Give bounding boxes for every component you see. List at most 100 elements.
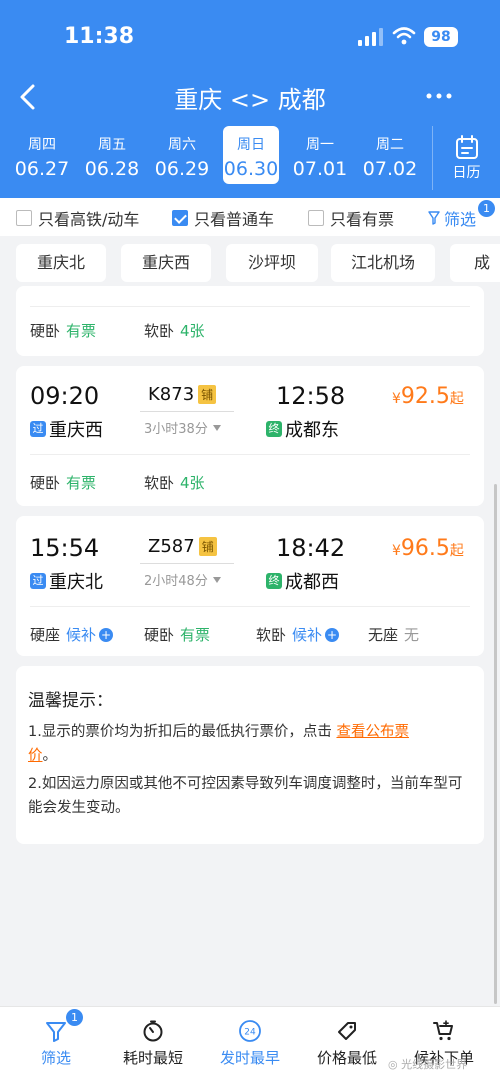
duration-line (140, 411, 234, 412)
tips-card: 温馨提示： 1.显示的票价均为折扣后的最低执行票价，点击 查看公布票 价。 2.如… (16, 666, 484, 844)
caret-down-icon (212, 424, 221, 431)
duration-text: 2小时48分 (144, 574, 208, 589)
date-md: 06.27 (14, 158, 70, 180)
filter-normal-train[interactable]: 只看普通车 (172, 208, 274, 229)
tips-line-1: 1.显示的票价均为折扣后的最低执行票价，点击 查看公布票 价。 (28, 720, 468, 768)
departure-time: 15:54 (30, 534, 100, 562)
filter-label: 只看有票 (330, 210, 395, 229)
seat-info: 硬卧 有票 (30, 472, 96, 493)
calendar-button[interactable]: 日历 (432, 126, 500, 190)
date-md: 07.02 (362, 158, 418, 180)
duration-line (140, 563, 234, 564)
station-name: 成都东 (285, 420, 339, 441)
date-dow: 周一 (306, 137, 334, 153)
seat-status: 4张 (180, 322, 205, 340)
price-currency: ¥ (392, 543, 401, 559)
pass-station-icon: 过 (30, 421, 46, 437)
duration-toggle[interactable]: 3小时38分 (144, 418, 221, 437)
station-chip[interactable]: 成 (450, 244, 500, 282)
filter-bar: 只看高铁/动车 只看普通车 只看有票 筛选 1 (0, 198, 500, 236)
seat-type: 软卧 (144, 322, 175, 340)
wifi-icon (392, 27, 416, 45)
price-currency: ¥ (392, 391, 401, 407)
nav-bar: 重庆 <> 成都 (0, 72, 500, 122)
arrival-time: 12:58 (276, 382, 346, 410)
seat-status: 候补 (292, 626, 323, 644)
calendar-label: 日历 (452, 165, 481, 181)
station-name: 重庆北 (49, 572, 103, 593)
price-suffix: 起 (449, 543, 464, 559)
cart-plus-icon (433, 1020, 453, 1041)
departure-time: 09:20 (30, 382, 100, 410)
status-bar: 11:38 98 (0, 0, 500, 72)
date-tab-0701[interactable]: 周一 07.01 (292, 126, 348, 184)
add-waitlist-icon[interactable]: + (99, 627, 114, 642)
scrollbar[interactable] (494, 484, 497, 1004)
screen-badge: 1 (478, 200, 495, 217)
train-card-k873[interactable]: 09:20 K873 铺 12:58 ¥ 92.5 起 过 重庆西 3小时38分… (16, 366, 484, 506)
station-name: 重庆西 (49, 420, 103, 441)
view-price-link[interactable]: 价 (28, 748, 43, 764)
date-md: 06.30 (223, 158, 279, 180)
card-divider (30, 606, 470, 607)
date-tab-0629[interactable]: 周六 06.29 (154, 126, 210, 184)
duration-toggle[interactable]: 2小时48分 (144, 570, 221, 589)
checkbox-unchecked-icon (308, 210, 324, 226)
screen-button[interactable]: 筛选 1 (428, 200, 495, 230)
train-card-z587[interactable]: 15:54 Z587 铺 18:42 ¥ 96.5 起 过 重庆北 2小时48分… (16, 516, 484, 656)
price-amount: 92.5 (400, 384, 450, 409)
seat-type: 软卧 (144, 474, 175, 492)
checkbox-unchecked-icon (16, 210, 32, 226)
date-tab-0702[interactable]: 周二 07.02 (362, 126, 418, 184)
price-suffix: 起 (449, 391, 464, 407)
funnel-icon (46, 1022, 66, 1042)
tab-shortest[interactable]: 耗时最短 (103, 1007, 203, 1084)
berth-tag: 铺 (198, 385, 217, 404)
seat-info: 无座 无 (368, 624, 419, 645)
tab-filter[interactable]: 筛选 1 (6, 1007, 106, 1084)
train-number-text: Z587 (148, 536, 195, 557)
station-chip[interactable]: 江北机场 (331, 244, 435, 282)
seat-info: 硬座 候补 + (30, 624, 114, 645)
terminal-station-icon: 终 (266, 421, 282, 437)
station-chip[interactable]: 沙坪坝 (226, 244, 318, 282)
tab-cheapest[interactable]: 价格最低 (297, 1007, 397, 1084)
seat-info: 软卧 4张 (144, 320, 205, 341)
date-dow: 周四 (28, 137, 56, 153)
watermark-logo-icon: ◎ (388, 1058, 398, 1071)
train-number: K873 铺 (148, 384, 217, 405)
station-chip[interactable]: 重庆北 (16, 244, 106, 282)
station-chip[interactable]: 重庆西 (121, 244, 211, 282)
departure-station: 过 重庆北 (30, 568, 103, 594)
battery-level: 98 (424, 27, 458, 47)
date-dow: 周五 (98, 137, 126, 153)
view-price-link[interactable]: 查看公布票 (336, 724, 409, 740)
arrival-station: 终 成都西 (266, 568, 339, 594)
timer-icon (143, 1020, 163, 1042)
seat-status: 有票 (66, 474, 97, 492)
seat-type: 软卧 (256, 626, 287, 644)
seat-type: 无座 (368, 626, 399, 644)
signal-icon (358, 28, 383, 46)
price: ¥ 92.5 起 (392, 384, 464, 409)
tab-waitlist-order[interactable]: 候补下单 (394, 1007, 494, 1084)
date-md: 06.28 (84, 158, 140, 180)
price: ¥ 96.5 起 (392, 536, 464, 561)
filter-badge: 1 (66, 1009, 83, 1026)
date-tab-0628[interactable]: 周五 06.28 (84, 126, 140, 184)
svg-text:24: 24 (244, 1028, 256, 1038)
date-tab-0630[interactable]: 周日 06.30 (223, 126, 279, 184)
tips-text: 1.显示的票价均为折扣后的最低执行票价，点击 (28, 724, 337, 740)
filter-available[interactable]: 只看有票 (308, 208, 395, 229)
tips-line-2: 2.如因运力原因或其他不可控因素导致列车调度调整时，当前车型可能会发生变动。 (28, 776, 463, 816)
seat-type: 硬座 (30, 626, 61, 644)
more-icon[interactable] (424, 84, 454, 108)
duration-text: 3小时38分 (144, 422, 208, 437)
filter-high-speed[interactable]: 只看高铁/动车 (16, 208, 139, 229)
date-tab-0627[interactable]: 周四 06.27 (14, 126, 70, 184)
tab-earliest[interactable]: 24 发时最早 (200, 1007, 300, 1084)
train-card-partial[interactable]: 硬卧 有票 软卧 4张 (16, 286, 484, 356)
tab-label: 发时最早 (219, 1049, 280, 1067)
arrival-station: 终 成都东 (266, 416, 339, 442)
add-waitlist-icon[interactable]: + (325, 627, 340, 642)
